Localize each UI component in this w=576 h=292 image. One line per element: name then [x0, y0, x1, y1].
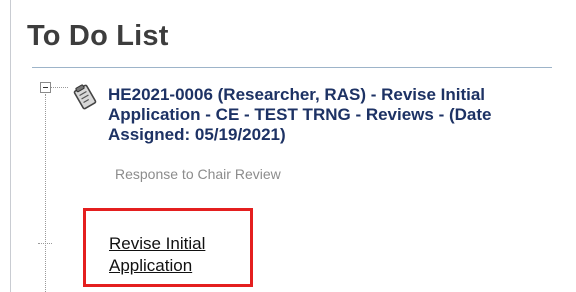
- collapse-toggle-icon[interactable]: [40, 82, 51, 93]
- clipboard-icon: [73, 84, 97, 110]
- revise-initial-application-link[interactable]: Revise Initial Application: [109, 233, 249, 277]
- tree-connector-horizontal: [50, 87, 68, 88]
- todo-item-title[interactable]: HE2021-0006 (Researcher, RAS) - Revise I…: [108, 85, 548, 145]
- tree-connector-vertical: [45, 94, 46, 292]
- title-divider: [32, 67, 552, 68]
- tree-connector-horizontal: [38, 243, 52, 244]
- page-title: To Do List: [27, 20, 169, 52]
- todo-item-subtitle: Response to Chair Review: [115, 166, 281, 182]
- todo-panel: To Do List HE2021-0006 (Researcher, RAS)…: [10, 0, 576, 292]
